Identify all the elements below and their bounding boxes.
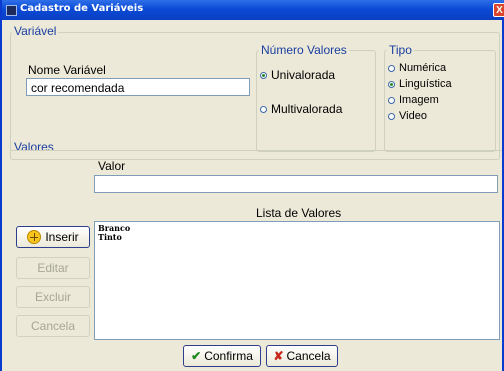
radio-dot <box>388 112 395 120</box>
radio-dot <box>388 96 395 104</box>
valor-label: Valor <box>98 159 126 173</box>
radio-label: Linguística <box>399 78 452 90</box>
nome-variavel-label: Nome Variável <box>28 63 106 77</box>
lista-de-valores-list[interactable]: Branco Tinto <box>94 221 500 340</box>
confirma-button[interactable]: ✔ Confirma <box>183 345 261 367</box>
radio-label: Multivalorada <box>271 102 343 116</box>
radio-dot <box>260 71 267 79</box>
nome-variavel-input[interactable]: cor recomendada <box>26 78 250 96</box>
x-icon: ✘ <box>273 349 284 363</box>
excluir-label: Excluir <box>34 290 71 304</box>
radio-label: Numérica <box>399 62 447 74</box>
radio-linguistica[interactable]: Linguística <box>388 78 452 90</box>
radio-label: Univalorada <box>271 68 336 82</box>
excluir-button[interactable]: Excluir <box>16 286 90 308</box>
numero-valores-group <box>256 50 376 152</box>
radio-dot <box>260 105 267 113</box>
app-icon <box>6 5 17 16</box>
list-item[interactable]: Tinto <box>98 233 496 242</box>
radio-imagem[interactable]: Imagem <box>388 94 439 106</box>
cancela-list-label: Cancela <box>30 319 76 333</box>
valor-input[interactable] <box>94 175 498 193</box>
radio-numerica[interactable]: Numérica <box>388 62 446 74</box>
radio-label: Imagem <box>399 94 439 106</box>
cancela-list-button[interactable]: Cancela <box>16 315 90 337</box>
list-item[interactable]: Branco <box>98 224 496 233</box>
editar-label: Editar <box>37 261 69 275</box>
cancela-button[interactable]: ✘ Cancela <box>266 345 338 367</box>
radio-dot <box>388 64 395 72</box>
plus-circle-icon <box>27 230 42 244</box>
close-icon[interactable]: X <box>493 3 504 17</box>
inserir-button[interactable]: Inserir <box>16 226 90 248</box>
title-bar[interactable]: Cadastro de Variáveis X <box>2 0 504 20</box>
lista-de-valores-label: Lista de Valores <box>256 206 342 220</box>
editar-button[interactable]: Editar <box>16 257 90 279</box>
radio-multivalorada[interactable]: Multivalorada <box>260 102 342 116</box>
valores-group <box>10 150 502 151</box>
tipo-legend: Tipo <box>387 43 414 57</box>
radio-dot <box>388 80 395 88</box>
radio-label: Video <box>399 110 427 122</box>
check-icon: ✔ <box>191 349 202 363</box>
confirma-label: Confirma <box>204 349 253 363</box>
numero-valores-legend: Número Valores <box>259 43 349 57</box>
variavel-legend: Variável <box>12 24 59 38</box>
window-title: Cadastro de Variáveis <box>20 3 144 14</box>
inserir-label: Inserir <box>45 230 79 244</box>
radio-univalorada[interactable]: Univalorada <box>260 68 335 82</box>
valores-legend: Valores <box>12 140 56 154</box>
cancela-label: Cancela <box>286 349 331 363</box>
dialog-window: Cadastro de Variáveis X Variável Nome Va… <box>0 0 504 371</box>
radio-video[interactable]: Video <box>388 110 427 122</box>
